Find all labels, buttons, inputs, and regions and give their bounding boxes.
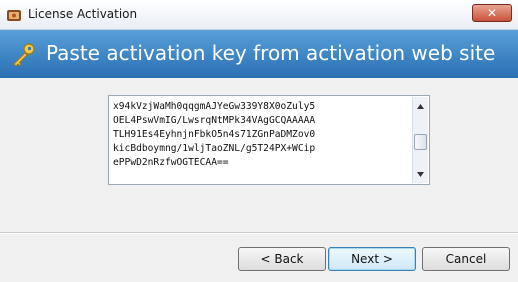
scroll-up-arrow-icon[interactable] <box>413 99 428 113</box>
activation-key-textarea[interactable]: x94kVzjWaMh0qqgmAJYeGw339Y8X0oZuly5 OEL4… <box>108 95 430 185</box>
scrollbar-thumb[interactable] <box>414 133 427 150</box>
footer-divider <box>0 232 518 234</box>
app-icon <box>6 7 22 23</box>
title-bar: License Activation ✕ <box>0 0 518 30</box>
activation-key-text: x94kVzjWaMh0qqgmAJYeGw339Y8X0oZuly5 OEL4… <box>113 100 413 182</box>
key-icon <box>10 42 36 68</box>
scroll-down-arrow-icon[interactable] <box>413 167 428 181</box>
key-line: ePPwD2nRzfwOGTECAA== <box>113 157 229 168</box>
back-button[interactable]: < Back <box>238 247 326 271</box>
instruction-header: Paste activation key from activation web… <box>0 30 518 78</box>
key-line: x94kVzjWaMh0qqgmAJYeGw339Y8X0oZuly5 <box>113 101 316 112</box>
window-title: License Activation <box>28 7 138 21</box>
cancel-button[interactable]: Cancel <box>422 247 510 271</box>
key-line: OEL4PswVmIG/LwsrqNtMPk34VAgGCQAAAAA <box>113 115 316 126</box>
vertical-scrollbar[interactable] <box>412 97 428 183</box>
key-line: kicBdboymng/1wljTaoZNL/g5T24PX+WCip <box>113 143 316 154</box>
close-button[interactable]: ✕ <box>472 4 512 22</box>
next-button[interactable]: Next > <box>328 247 416 271</box>
header-instruction-text: Paste activation key from activation web… <box>46 41 496 65</box>
license-activation-window: License Activation ✕ Paste activation ke… <box>0 0 518 282</box>
key-line: TLH91Es4EyhnjnFbkO5n4s71ZGnPaDMZov0 <box>113 129 316 140</box>
